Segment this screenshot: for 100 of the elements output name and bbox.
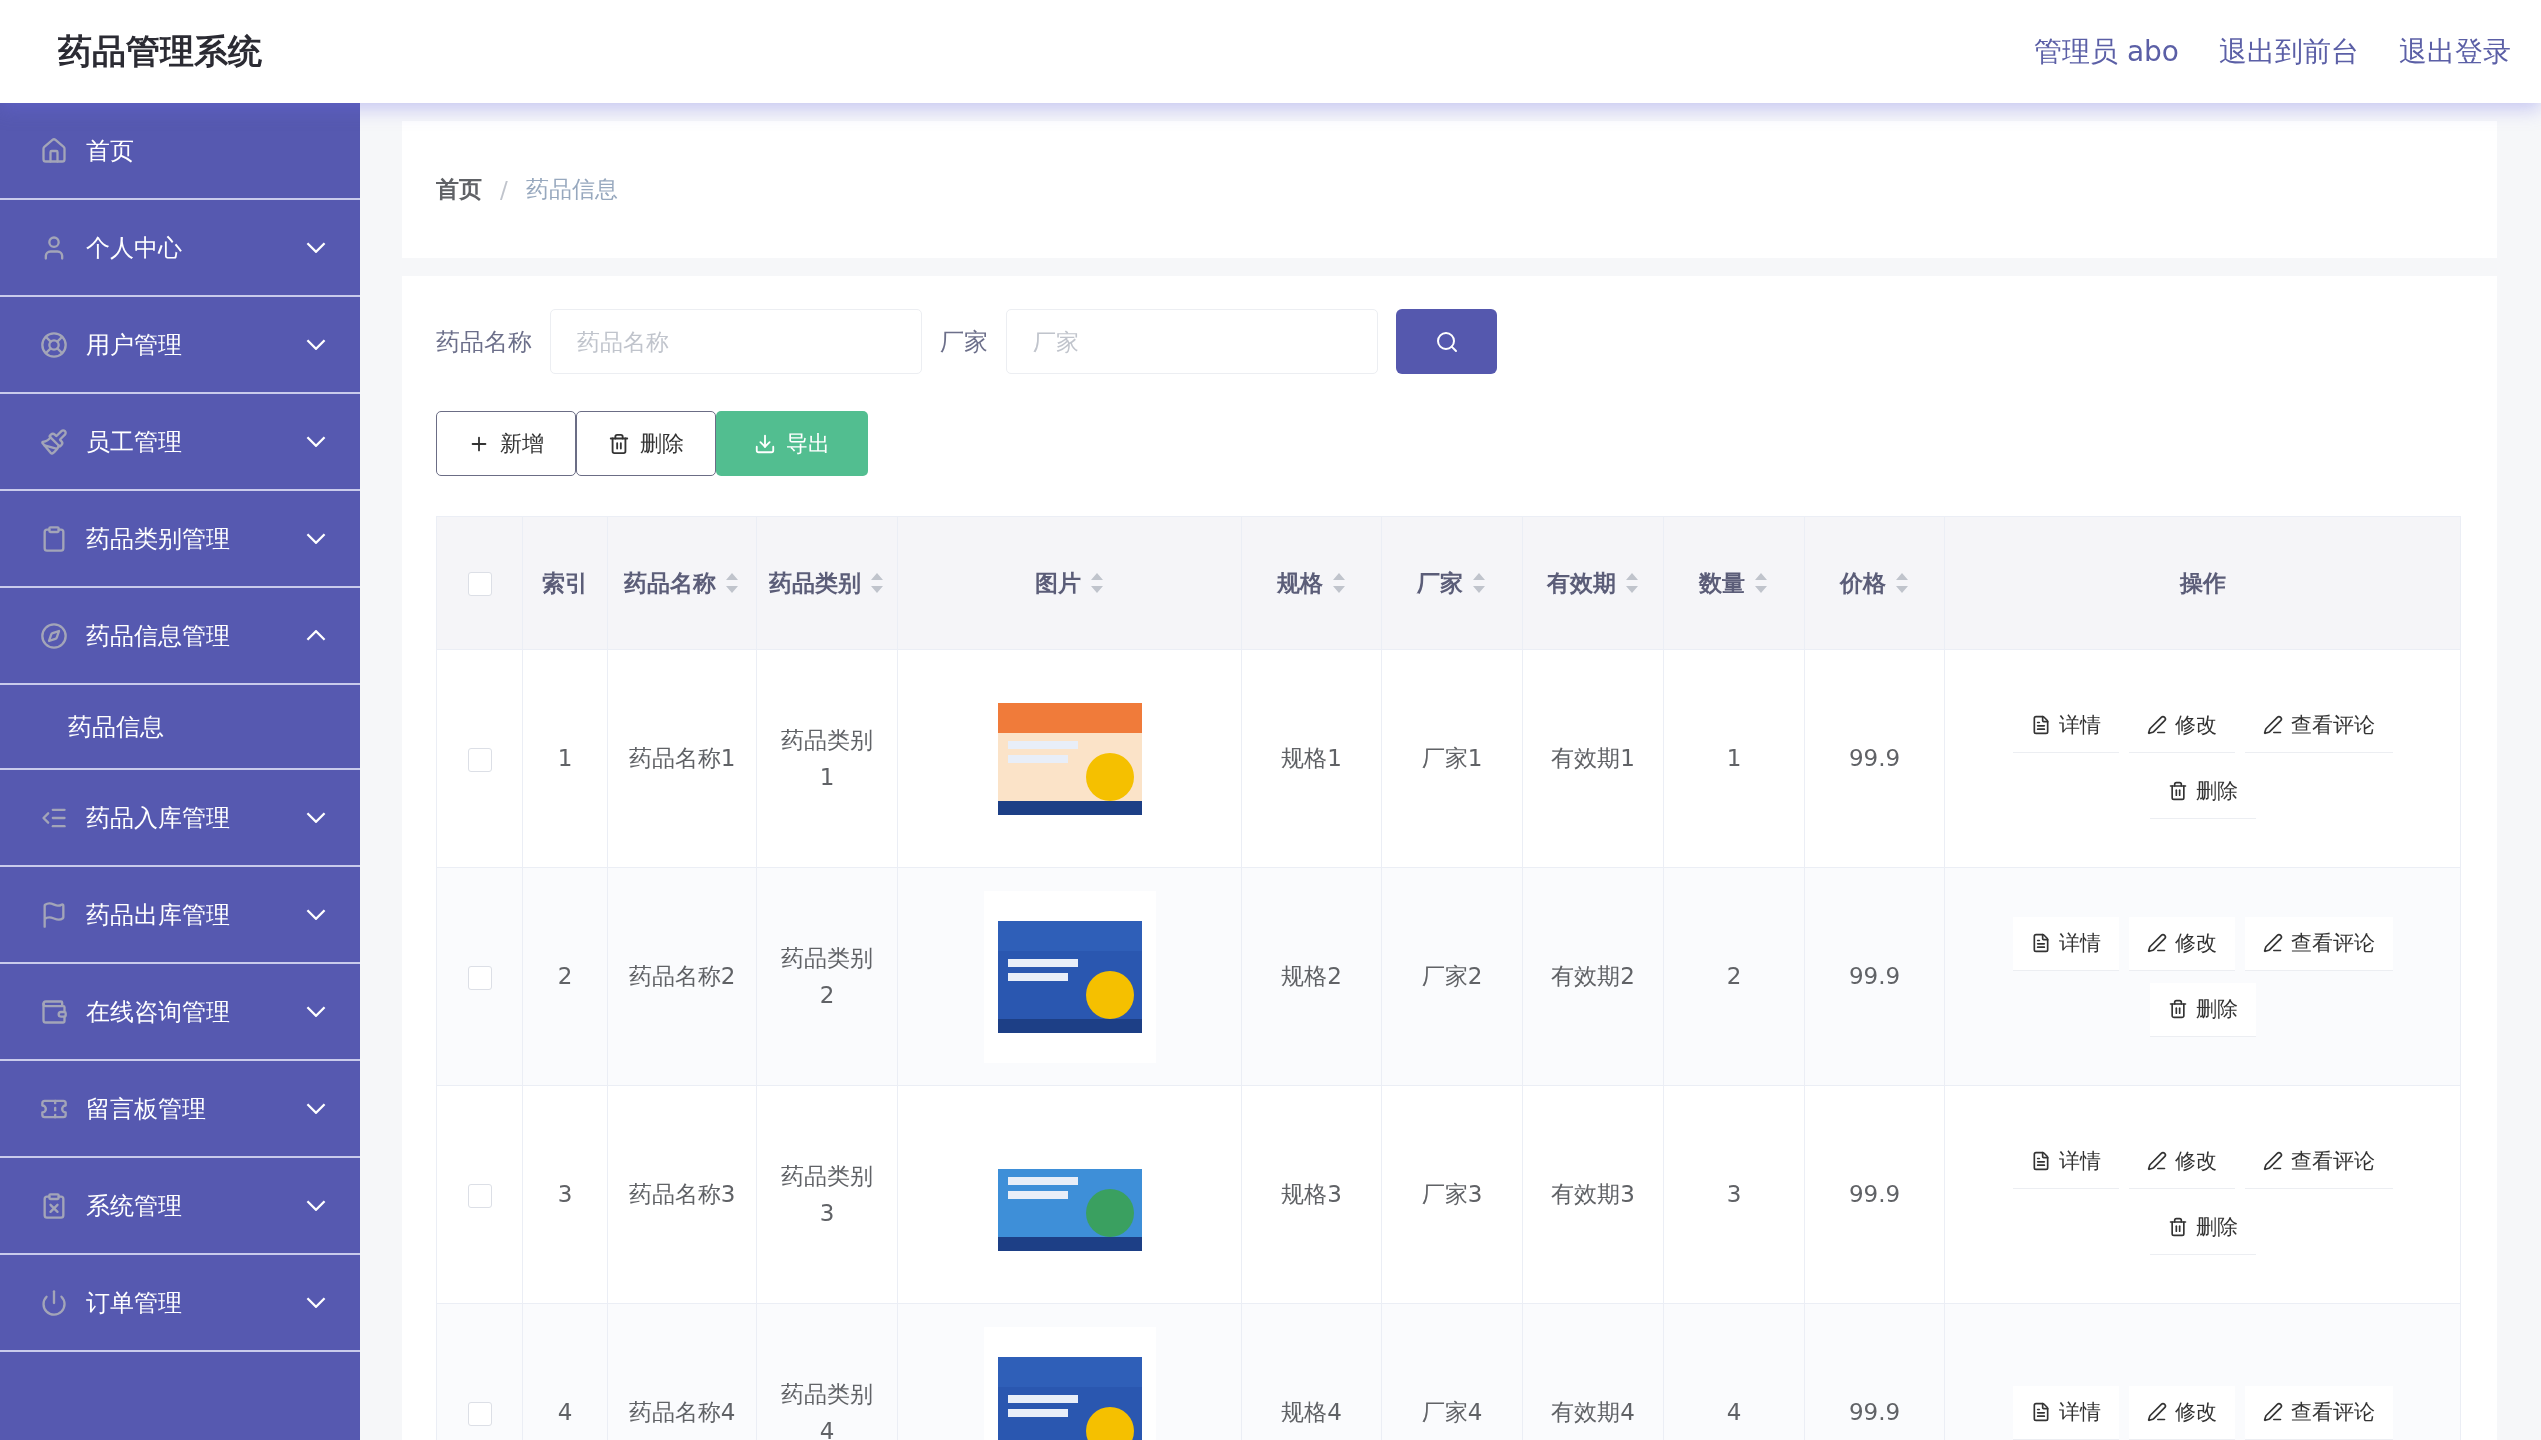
- app-title: 药品管理系统: [58, 29, 262, 73]
- sidebar-label: 个人中心: [86, 232, 183, 264]
- sidebar-label: 用户管理: [86, 329, 183, 361]
- breadcrumb-link[interactable]: 首页: [436, 174, 482, 205]
- table-cell: 有效期2: [1551, 963, 1635, 990]
- search-button[interactable]: [1396, 309, 1497, 374]
- sidebar-item[interactable]: 药品出库管理: [0, 867, 360, 964]
- sidebar-subitem[interactable]: 药品信息: [0, 685, 360, 770]
- action-button[interactable]: 修改: [2128, 1385, 2235, 1440]
- sort-icon[interactable]: [1753, 571, 1769, 595]
- sort-icon[interactable]: [724, 571, 740, 595]
- lifebuoy-icon: [40, 330, 68, 359]
- pencil-icon: [2262, 1151, 2283, 1171]
- checkbox[interactable]: [467, 1401, 492, 1426]
- action-button[interactable]: 详情: [2012, 916, 2119, 971]
- table-cell: 规格1: [1281, 745, 1342, 772]
- table-cell: 99.9: [1848, 963, 1901, 990]
- chevron-down-icon: [306, 909, 326, 920]
- header-link[interactable]: 退出到前台: [2219, 32, 2359, 71]
- pencil-icon: [2262, 715, 2283, 735]
- sidebar-label: 订单管理: [86, 1287, 183, 1319]
- sort-icon[interactable]: [1330, 571, 1347, 595]
- table-cell: 药品类别 4: [781, 1380, 873, 1440]
- sidebar-label: 药品入库管理: [86, 802, 231, 834]
- sidebar-item[interactable]: 订单管理: [0, 1255, 360, 1352]
- add-button[interactable]: 新增: [436, 411, 576, 476]
- sidebar-label: 药品信息管理: [86, 620, 231, 652]
- table-cell: 规格2: [1281, 963, 1342, 990]
- table-cell: 1: [1726, 745, 1742, 772]
- table-cell: 99.9: [1848, 1181, 1901, 1208]
- action-button[interactable]: 查看评论: [2244, 916, 2393, 971]
- column-header[interactable]: 药品类别: [756, 516, 898, 650]
- table-cell: 药品类别 1: [781, 726, 873, 790]
- header-label: 数量: [1699, 568, 1745, 598]
- column-header[interactable]: 厂家: [1381, 516, 1523, 650]
- column-header[interactable]: 数量: [1663, 516, 1805, 650]
- sidebar-label: 留言板管理: [86, 1093, 207, 1125]
- trash-icon: [2167, 999, 2188, 1019]
- wallet-icon: [40, 997, 68, 1026]
- search-field[interactable]: 厂家: [1006, 309, 1378, 374]
- delete-button[interactable]: 删除: [576, 411, 716, 476]
- chevron-down-icon: [306, 533, 326, 544]
- sidebar-item[interactable]: 首页: [0, 103, 360, 200]
- action-button[interactable]: 查看评论: [2244, 1385, 2393, 1440]
- table-cell: 2: [1726, 963, 1742, 990]
- header-label: 有效期: [1546, 568, 1616, 598]
- brush-icon: [40, 427, 68, 456]
- checkbox[interactable]: [467, 965, 492, 990]
- checkbox[interactable]: [467, 747, 492, 772]
- table-cell: 规格4: [1281, 1399, 1342, 1426]
- power-icon: [40, 1288, 68, 1317]
- pencil-icon: [2262, 933, 2283, 953]
- table-cell: 3: [557, 1181, 573, 1208]
- column-header[interactable]: 图片: [897, 516, 1242, 650]
- column-header[interactable]: 规格: [1241, 516, 1382, 650]
- action-button[interactable]: 修改: [2128, 916, 2235, 971]
- header-label: 药品类别: [769, 568, 861, 598]
- sidebar-label: 员工管理: [86, 426, 183, 458]
- table-cell: 99.9: [1848, 1399, 1901, 1426]
- chevron-down-icon: [306, 436, 326, 447]
- column-header[interactable]: 价格: [1804, 516, 1945, 650]
- search-field[interactable]: 药品名称: [550, 309, 922, 374]
- header-link[interactable]: 退出登录: [2399, 32, 2511, 71]
- sidebar-label: 在线咨询管理: [86, 996, 231, 1028]
- sidebar-item[interactable]: 系统管理: [0, 1158, 360, 1255]
- chevron-down-icon: [306, 1103, 326, 1114]
- download-icon: [754, 432, 776, 455]
- chevron-up-icon: [306, 630, 326, 641]
- sidebar-item[interactable]: 留言板管理: [0, 1061, 360, 1158]
- chevron-down-icon: [306, 1297, 326, 1308]
- sidebar-item[interactable]: 用户管理: [0, 297, 360, 394]
- pencil-icon: [2146, 715, 2167, 735]
- sidebar-item[interactable]: 员工管理: [0, 394, 360, 491]
- checkbox[interactable]: [467, 1183, 492, 1208]
- sort-icon[interactable]: [869, 571, 885, 595]
- header-link[interactable]: 管理员 abo: [2034, 32, 2179, 71]
- sort-icon[interactable]: [1893, 571, 1910, 595]
- sidebar-item[interactable]: 个人中心: [0, 200, 360, 297]
- field-label: 药品名称: [436, 326, 532, 358]
- sidebar-item[interactable]: 药品入库管理: [0, 770, 360, 867]
- table-cell: 药品名称2: [628, 963, 736, 990]
- pencil-icon: [2146, 933, 2167, 953]
- chevron-down-icon: [306, 1006, 326, 1017]
- compass-icon: [40, 621, 68, 650]
- action-button[interactable]: 详情: [2012, 1385, 2119, 1440]
- table-cell: 药品名称1: [628, 745, 736, 772]
- sidebar-item[interactable]: 在线咨询管理: [0, 964, 360, 1061]
- sort-icon[interactable]: [1088, 571, 1105, 595]
- action-button[interactable]: 删除: [2149, 982, 2256, 1037]
- sort-icon[interactable]: [1471, 571, 1487, 595]
- sort-icon[interactable]: [1623, 571, 1640, 595]
- sidebar-item[interactable]: 药品类别管理: [0, 491, 360, 588]
- field-label: 厂家: [940, 326, 988, 358]
- sidebar-item[interactable]: 药品信息管理: [0, 588, 360, 685]
- header-label: 索引: [542, 568, 588, 598]
- column-header[interactable]: 药品名称: [607, 516, 757, 650]
- sidebar-label: 系统管理: [86, 1190, 183, 1222]
- column-header[interactable]: 有效期: [1522, 516, 1664, 650]
- checkbox[interactable]: [467, 572, 492, 597]
- table-cell: 厂家1: [1421, 745, 1483, 772]
